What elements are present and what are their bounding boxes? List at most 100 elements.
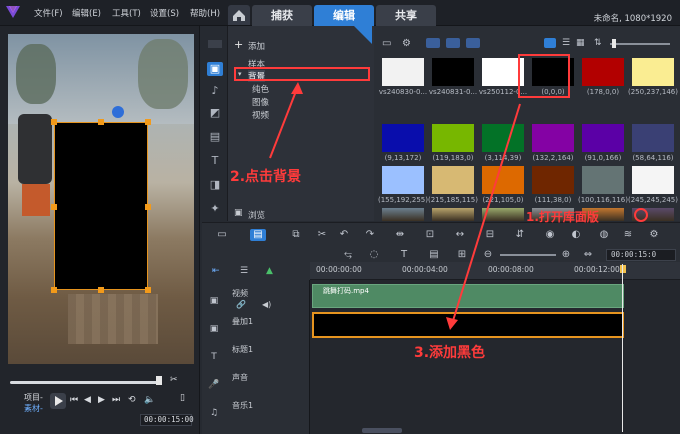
add-track-icon[interactable]: ▲: [266, 266, 273, 276]
library-image-thumbnail[interactable]: [382, 208, 424, 221]
menu-help[interactable]: 帮助(H): [190, 7, 220, 19]
nav-image[interactable]: 图像: [252, 96, 269, 108]
skip-start-icon[interactable]: ⏮: [70, 395, 78, 405]
tab-capture[interactable]: 捕获: [252, 5, 312, 26]
tab-share[interactable]: 共享: [376, 5, 436, 26]
multi-trim-icon[interactable]: ✂: [316, 229, 328, 241]
timecode-display[interactable]: 00:00:15:00: [140, 414, 194, 426]
playhead-line[interactable]: [622, 264, 623, 432]
detail-view-icon[interactable]: ☰: [562, 38, 570, 48]
fit-icon[interactable]: ⇹: [394, 229, 406, 241]
speed-icon[interactable]: ⥃: [342, 249, 354, 261]
library-image-thumbnail[interactable]: [432, 208, 474, 221]
volume-icon[interactable]: 🔈: [144, 395, 155, 405]
record-icon[interactable]: ◉: [544, 229, 556, 241]
show-audio-icon[interactable]: [466, 38, 480, 48]
text-icon[interactable]: T: [398, 249, 410, 261]
library-thumbnail[interactable]: [582, 58, 624, 86]
library-thumbnail[interactable]: [382, 58, 424, 86]
repeat-icon[interactable]: ⟲: [128, 395, 136, 405]
library-thumbnail[interactable]: [582, 124, 624, 152]
filter-icon[interactable]: ✦: [207, 202, 223, 216]
fit-timeline-icon[interactable]: ⇔: [582, 249, 594, 261]
scrub-thumb[interactable]: [156, 376, 162, 385]
mode-project[interactable]: 项目-: [24, 392, 43, 403]
step-forward-icon[interactable]: ▶: [98, 395, 105, 405]
library-image-thumbnail[interactable]: [482, 208, 524, 221]
scrub-bar[interactable]: [10, 381, 160, 384]
audio-icon[interactable]: ♪: [207, 84, 223, 98]
home-tab[interactable]: [228, 5, 250, 25]
mask-icon[interactable]: ◌: [368, 249, 380, 261]
library-thumbnail[interactable]: [382, 124, 424, 152]
sort-icon[interactable]: ⇅: [594, 38, 602, 48]
library-thumbnail[interactable]: [482, 124, 524, 152]
settings-gear-icon[interactable]: ⚙: [648, 229, 660, 241]
library-thumbnail[interactable]: [632, 166, 674, 194]
resize-handle[interactable]: [51, 204, 57, 210]
folder-icon[interactable]: ▭: [382, 38, 391, 49]
settings-icon[interactable]: ⚙: [402, 38, 411, 49]
menu-tools[interactable]: 工具(T): [112, 7, 141, 19]
redo-icon[interactable]: ↷: [364, 229, 376, 241]
overlay-icon[interactable]: ▤: [207, 130, 223, 144]
menu-file[interactable]: 文件(F): [34, 7, 63, 19]
horizontal-scrollbar[interactable]: [362, 428, 402, 433]
crop-icon[interactable]: ⊡: [424, 229, 436, 241]
link-icon[interactable]: 🔗: [236, 300, 246, 309]
mode-clip[interactable]: 素材-: [24, 403, 43, 414]
black-overlay-clip[interactable]: [312, 312, 624, 338]
zoom-in-icon[interactable]: ⊕: [560, 249, 572, 261]
timeline-zoom-slider[interactable]: [500, 254, 556, 256]
copy-icon[interactable]: ⧉: [290, 229, 302, 241]
transition-icon[interactable]: ◩: [207, 106, 223, 120]
nav-solid-color[interactable]: 纯色: [252, 83, 269, 95]
library-thumbnail[interactable]: [432, 124, 474, 152]
library-thumbnail[interactable]: [382, 166, 424, 194]
chapter-icon[interactable]: ⊞: [456, 249, 468, 261]
list-view-icon[interactable]: [544, 38, 556, 48]
storyboard-view-icon[interactable]: ▭: [216, 229, 228, 241]
mixer-icon[interactable]: ◐: [570, 229, 582, 241]
split-icon[interactable]: ⊟: [484, 229, 496, 241]
browse-icon[interactable]: ▣: [234, 208, 243, 218]
motion-icon[interactable]: ⇵: [514, 229, 526, 241]
menu-settings[interactable]: 设置(S): [150, 7, 179, 19]
resize-icon[interactable]: ↔: [454, 229, 466, 241]
trim-icon[interactable]: ✂: [170, 375, 178, 385]
undo-icon[interactable]: ↶: [338, 229, 350, 241]
media-icon[interactable]: ▣: [207, 62, 223, 76]
menu-edit[interactable]: 编辑(E): [72, 7, 101, 19]
resize-handle[interactable]: [145, 204, 151, 210]
show-photo-icon[interactable]: [446, 38, 460, 48]
title-icon[interactable]: T: [207, 154, 223, 168]
add-button[interactable]: 添加: [248, 40, 265, 52]
library-thumbnail[interactable]: [432, 58, 474, 86]
resize-handle[interactable]: [145, 287, 151, 293]
browse-button[interactable]: 浏览: [248, 209, 265, 221]
effect-icon[interactable]: ◍: [598, 229, 610, 241]
library-thumbnail[interactable]: [532, 124, 574, 152]
timeline-timecode[interactable]: 00:00:15:0: [606, 249, 676, 261]
show-video-icon[interactable]: [426, 38, 440, 48]
zoom-out-icon[interactable]: ⊖: [482, 249, 494, 261]
device-icon[interactable]: ▯: [180, 393, 185, 403]
resize-handle[interactable]: [98, 119, 104, 125]
collapse-arrow-icon[interactable]: [208, 40, 222, 48]
skip-end-icon[interactable]: ⏭: [112, 395, 120, 405]
library-thumbnail[interactable]: [432, 166, 474, 194]
library-thumbnail[interactable]: [582, 166, 624, 194]
timeline-ruler[interactable]: 00:00:00:00 00:00:04:00 00:00:08:00 00:0…: [310, 262, 680, 280]
thumbnail-view-icon[interactable]: ▦: [576, 38, 585, 48]
subtitle-icon[interactable]: ▤: [428, 249, 440, 261]
black-overlay-rect[interactable]: [51, 119, 151, 293]
resize-handle[interactable]: [98, 287, 104, 293]
track-manager-icon[interactable]: ⇤: [212, 266, 220, 276]
resize-handle[interactable]: [51, 287, 57, 293]
volume-track-icon[interactable]: ◀): [262, 300, 271, 309]
play-button[interactable]: [50, 393, 66, 409]
audio-wave-icon[interactable]: ≋: [622, 229, 634, 241]
playhead-marker[interactable]: [620, 265, 626, 273]
library-thumbnail[interactable]: [532, 166, 574, 194]
nav-video[interactable]: 视频: [252, 109, 269, 121]
